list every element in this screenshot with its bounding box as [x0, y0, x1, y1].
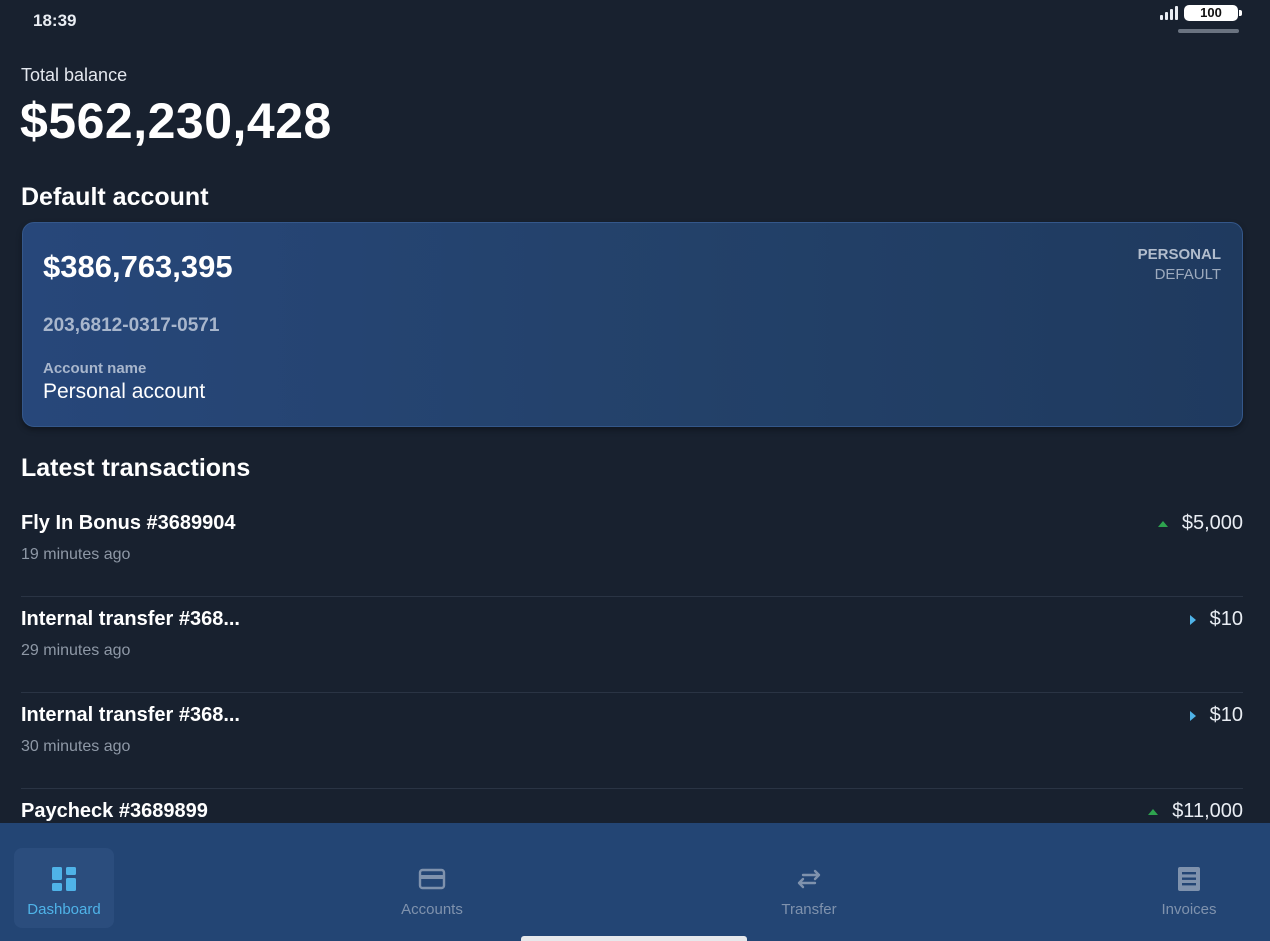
- latest-transactions-title: Latest transactions: [21, 454, 251, 482]
- nav-dashboard-label: Dashboard: [27, 901, 101, 918]
- nav-transfer-label: Transfer: [781, 901, 837, 918]
- status-indicators: 100: [1160, 4, 1242, 21]
- transfer-arrow-icon: [1189, 710, 1196, 721]
- nav-invoices[interactable]: Invoices: [1139, 848, 1239, 928]
- dashboard-icon: [50, 865, 78, 893]
- account-name: Personal account: [43, 380, 206, 403]
- dashboard-screen: 18:39 100 Total balance $562,230,428 Def…: [0, 0, 1270, 941]
- nav-dashboard[interactable]: Dashboard: [14, 848, 114, 928]
- transaction-amount: $5,000: [1181, 512, 1243, 534]
- account-number: 203,6812-0317-0571: [43, 315, 220, 336]
- bottom-navigation: Dashboard Accounts Transfer Invoices: [0, 823, 1270, 941]
- transaction-title: Internal transfer #368...: [21, 704, 240, 726]
- transaction-title: Paycheck #3689899: [21, 800, 208, 822]
- signal-icon: [1160, 5, 1178, 20]
- battery-level: 100: [1184, 4, 1238, 21]
- transfer-arrow-icon: [1189, 614, 1196, 625]
- top-handle: [1178, 29, 1239, 33]
- status-bar: 18:39 100: [0, 0, 1270, 40]
- battery-icon: 100: [1184, 4, 1242, 21]
- transaction-amount: $10: [1209, 608, 1243, 630]
- account-type: PERSONAL: [1137, 246, 1221, 263]
- incoming-arrow-icon: [1148, 808, 1159, 815]
- transaction-amount: $11,000: [1172, 800, 1243, 822]
- transaction-time: 29 minutes ago: [21, 642, 131, 659]
- transaction-amount: $10: [1209, 704, 1243, 726]
- nav-accounts[interactable]: Accounts: [382, 848, 482, 928]
- transfer-arrows-icon: [795, 865, 823, 893]
- account-name-label: Account name: [43, 360, 147, 377]
- transaction-time: 30 minutes ago: [21, 738, 131, 755]
- total-balance-value: $562,230,428: [20, 93, 332, 149]
- default-account-title: Default account: [21, 183, 209, 211]
- transaction-time: 19 minutes ago: [21, 546, 131, 563]
- transaction-row[interactable]: Internal transfer #368... 29 minutes ago…: [21, 597, 1243, 693]
- nav-invoices-label: Invoices: [1161, 901, 1217, 918]
- status-time: 18:39: [33, 11, 77, 30]
- account-default-tag: DEFAULT: [1154, 266, 1221, 283]
- nav-accounts-label: Accounts: [401, 901, 463, 918]
- transaction-row[interactable]: Internal transfer #368... 30 minutes ago…: [21, 693, 1243, 789]
- transaction-title: Internal transfer #368...: [21, 608, 240, 630]
- invoice-icon: [1175, 865, 1203, 893]
- transaction-title: Fly In Bonus #3689904: [21, 512, 236, 534]
- nav-transfer[interactable]: Transfer: [759, 848, 859, 928]
- transaction-row[interactable]: Fly In Bonus #3689904 19 minutes ago $5,…: [21, 501, 1243, 597]
- default-account-card[interactable]: $386,763,395 203,6812-0317-0571 Account …: [22, 222, 1243, 427]
- incoming-arrow-icon: [1157, 520, 1168, 527]
- account-balance: $386,763,395: [43, 249, 233, 284]
- home-indicator[interactable]: [521, 936, 747, 941]
- total-balance-label: Total balance: [21, 65, 128, 85]
- credit-card-icon: [418, 865, 446, 893]
